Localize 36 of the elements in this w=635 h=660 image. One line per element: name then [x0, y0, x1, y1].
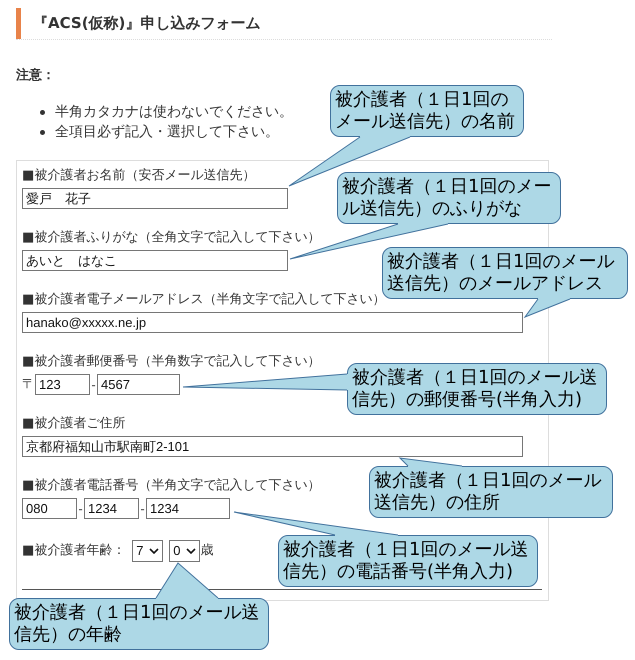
- bullet-icon: [40, 130, 45, 134]
- notice-heading: 注意：: [16, 68, 55, 84]
- chevron-down-icon: [186, 548, 196, 554]
- text-field[interactable]: 愛戸 花子: [22, 188, 288, 209]
- field-label: ■被介護者電話番号（半角文字で記入して下さい）: [22, 478, 320, 494]
- notice-item: 半角カタカナは使わないでください。: [55, 103, 293, 122]
- field-label: ■被介護者お名前（安否メール送信先）: [22, 168, 256, 184]
- bullet-icon: [40, 110, 45, 114]
- text-field[interactable]: 京都府福知山市駅南町2-101: [22, 436, 523, 457]
- hyphen: -: [90, 376, 97, 392]
- field-label: ■被介護者郵便番号（半角数字で記入して下さい）: [22, 354, 320, 370]
- postal-code-field[interactable]: 123: [35, 374, 90, 395]
- postal-code-field[interactable]: 4567: [97, 374, 180, 395]
- age-unit: 歳: [200, 543, 214, 559]
- phone-number-field[interactable]: 1234: [84, 498, 139, 519]
- chevron-down-icon: [149, 548, 160, 554]
- notice-item: 全項目必ず記入・選択して下さい。: [55, 123, 279, 142]
- age-dropdown[interactable]: 0: [169, 540, 200, 562]
- postal-symbol: 〒: [22, 376, 35, 392]
- callout-pointer: [398, 457, 462, 468]
- callout-pointer: [524, 296, 570, 318]
- field-label: ■被介護者年齢：: [22, 543, 126, 559]
- callout-pointer: [156, 562, 218, 600]
- hyphen: -: [77, 500, 84, 516]
- callout: 被介護者（１日1回のメール送信先）の名前: [330, 85, 524, 137]
- text-field[interactable]: あいと はなこ: [22, 250, 288, 271]
- text-field[interactable]: hanako@xxxxx.ne.jp: [22, 312, 523, 333]
- callout: 被介護者（１日1回のメール送信先）のふりがな: [337, 172, 561, 224]
- field-label: ■被介護者ふりがな（全角文字で記入して下さい）: [22, 230, 320, 246]
- phone-number-field[interactable]: 080: [22, 498, 77, 519]
- phone-number-field[interactable]: 1234: [146, 498, 230, 519]
- callout: 被介護者（１日1回のメール送信先）の郵便番号(半角入力): [347, 363, 607, 415]
- hyphen: -: [139, 500, 146, 516]
- age-dropdown[interactable]: 7: [132, 540, 164, 562]
- page-title: 『ACS(仮称)』申し込みフォーム: [16, 8, 260, 39]
- field-label: ■被介護者ご住所: [22, 416, 126, 432]
